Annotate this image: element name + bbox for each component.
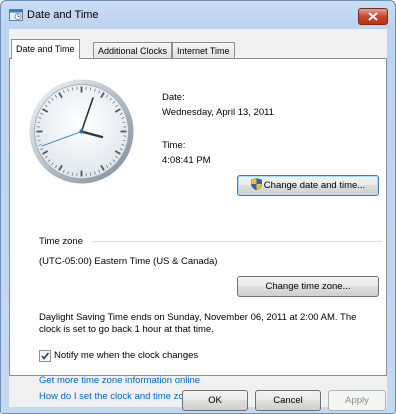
more-time-zone-info-link[interactable]: Get more time zone information online: [39, 375, 200, 386]
change-time-zone-button[interactable]: Change time zone...: [237, 276, 379, 297]
ok-button[interactable]: OK: [182, 390, 248, 411]
clock-calendar-icon: [9, 9, 23, 21]
notify-checkbox[interactable]: [39, 350, 51, 362]
apply-button[interactable]: Apply: [328, 390, 386, 411]
time-zone-section-label: Time zone: [39, 236, 83, 247]
how-set-clock-link[interactable]: How do I set the clock and time zone?: [39, 391, 200, 402]
time-zone-value: (UTC-05:00) Eastern Time (US & Canada): [39, 256, 218, 267]
time-value: 4:08:41 PM: [162, 155, 211, 166]
close-button[interactable]: [358, 8, 388, 25]
tab-internet-time[interactable]: Internet Time: [172, 42, 235, 59]
uac-shield-icon: [250, 178, 262, 190]
change-date-time-button[interactable]: Change date and time...: [237, 175, 379, 196]
title-bar[interactable]: Date and Time: [1, 1, 395, 29]
cancel-button[interactable]: Cancel: [255, 390, 321, 411]
tab-date-and-time[interactable]: Date and Time: [11, 39, 80, 59]
dialog-client: Date and Time Additional Clocks Internet…: [9, 29, 387, 407]
date-time-dialog: Date and Time Date and Time Additional C…: [0, 0, 396, 414]
dst-notice-line2: clock is set to go back 1 hour at that t…: [39, 324, 214, 335]
date-label: Date:: [162, 92, 185, 103]
tab-strip: Date and Time Additional Clocks Internet…: [9, 39, 387, 59]
analog-clock: [29, 79, 134, 184]
checkmark-icon: [41, 352, 50, 360]
dst-notice-line1: Daylight Saving Time ends on Sunday, Nov…: [39, 312, 357, 323]
time-label: Time:: [162, 140, 186, 151]
date-value: Wednesday, April 13, 2011: [162, 107, 274, 118]
close-icon: [368, 12, 378, 21]
window-title: Date and Time: [27, 9, 99, 21]
tab-additional-clocks[interactable]: Additional Clocks: [93, 42, 173, 59]
change-date-time-label: Change date and time...: [263, 180, 366, 191]
notify-label[interactable]: Notify me when the clock changes: [54, 350, 198, 361]
section-divider: [92, 241, 382, 242]
